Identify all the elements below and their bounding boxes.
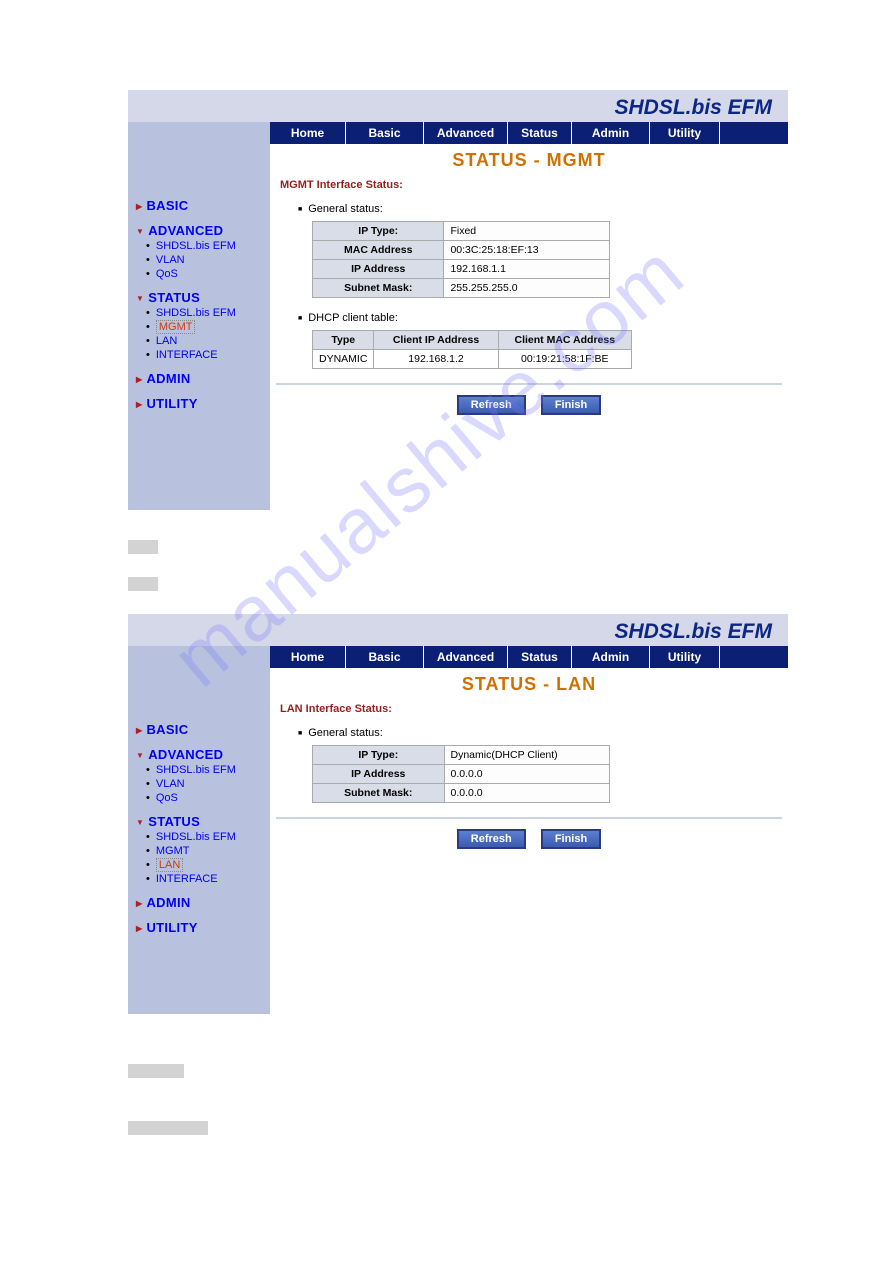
screenshot-lan: SHDSL.bis EFM BASIC ADVANCED SHDSL.bis E… xyxy=(128,614,788,1014)
sidebar-subitem-status-lan[interactable]: LAN xyxy=(146,859,264,871)
dhcp-col-type: Type xyxy=(313,331,374,350)
page-title: STATUS - LAN xyxy=(276,674,782,695)
tab-home[interactable]: Home xyxy=(270,122,346,144)
divider xyxy=(276,817,782,819)
tab-admin[interactable]: Admin xyxy=(572,122,650,144)
divider xyxy=(276,383,782,385)
row-mask-value: 255.255.255.0 xyxy=(444,279,610,298)
page-title: STATUS - MGMT xyxy=(276,150,782,171)
finish-button[interactable]: Finish xyxy=(541,829,601,849)
finish-button[interactable]: Finish xyxy=(541,395,601,415)
tab-advanced[interactable]: Advanced xyxy=(424,122,508,144)
tab-home[interactable]: Home xyxy=(270,646,346,668)
sidebar-subitem-status-lan[interactable]: LAN xyxy=(146,335,264,347)
row-ip-label: IP Address xyxy=(313,765,445,784)
sidebar: BASIC ADVANCED SHDSL.bis EFM VLAN QoS ST… xyxy=(128,646,270,1014)
dhcp-col-clientip: Client IP Address xyxy=(374,331,498,350)
sidebar-subitem-status-mgmt[interactable]: MGMT xyxy=(146,321,264,333)
row-mac-value: 00:3C:25:18:EF:13 xyxy=(444,241,610,260)
general-status-label: General status: xyxy=(298,727,782,739)
brand-bar: SHDSL.bis EFM xyxy=(128,90,788,122)
tab-admin[interactable]: Admin xyxy=(572,646,650,668)
tab-status[interactable]: Status xyxy=(508,122,572,144)
row-ip-label: IP Address xyxy=(313,260,444,279)
placeholder-block xyxy=(128,1064,184,1078)
dhcp-row-clientmac: 00:19:21:58:1F:BE xyxy=(498,350,631,369)
sidebar-item-admin[interactable]: ADMIN xyxy=(136,895,264,910)
general-status-table: IP Type:Fixed MAC Address00:3C:25:18:EF:… xyxy=(312,221,610,298)
tab-basic[interactable]: Basic xyxy=(346,122,424,144)
tab-status[interactable]: Status xyxy=(508,646,572,668)
dhcp-row-clientip: 192.168.1.2 xyxy=(374,350,498,369)
dhcp-col-clientmac: Client MAC Address xyxy=(498,331,631,350)
dhcp-row-type: DYNAMIC xyxy=(313,350,374,369)
top-nav: Home Basic Advanced Status Admin Utility xyxy=(270,122,788,144)
placeholder-block xyxy=(128,577,158,591)
sidebar-item-utility[interactable]: UTILITY xyxy=(136,396,264,411)
brand-bar: SHDSL.bis EFM xyxy=(128,614,788,646)
sidebar-item-basic[interactable]: BASIC xyxy=(136,198,264,213)
dhcp-client-table-label: DHCP client table: xyxy=(298,312,782,324)
sidebar-subitem-shdsl-efm[interactable]: SHDSL.bis EFM xyxy=(146,764,264,776)
tab-basic[interactable]: Basic xyxy=(346,646,424,668)
sidebar-subitem-status-interface[interactable]: INTERFACE xyxy=(146,873,264,885)
dhcp-client-table: Type Client IP Address Client MAC Addres… xyxy=(312,330,632,369)
sidebar-subitem-shdsl-efm[interactable]: SHDSL.bis EFM xyxy=(146,240,264,252)
table-row: DYNAMIC 192.168.1.2 00:19:21:58:1F:BE xyxy=(313,350,632,369)
row-mask-label: Subnet Mask: xyxy=(313,279,444,298)
sidebar-subitem-qos[interactable]: QoS xyxy=(146,268,264,280)
sidebar-item-advanced[interactable]: ADVANCED xyxy=(136,747,264,762)
sidebar-subitem-status-mgmt[interactable]: MGMT xyxy=(146,845,264,857)
row-ip-type-label: IP Type: xyxy=(313,746,445,765)
row-mask-value: 0.0.0.0 xyxy=(444,784,610,803)
refresh-button[interactable]: Refresh xyxy=(457,829,526,849)
tab-utility[interactable]: Utility xyxy=(650,646,720,668)
tab-advanced[interactable]: Advanced xyxy=(424,646,508,668)
sidebar: BASIC ADVANCED SHDSL.bis EFM VLAN QoS ST… xyxy=(128,122,270,510)
top-nav: Home Basic Advanced Status Admin Utility xyxy=(270,646,788,668)
sidebar-item-status[interactable]: STATUS xyxy=(136,290,264,305)
row-mac-label: MAC Address xyxy=(313,241,444,260)
placeholder-block xyxy=(128,1121,208,1135)
main-content: Home Basic Advanced Status Admin Utility… xyxy=(270,646,788,1014)
brand-text: SHDSL.bis EFM xyxy=(614,620,772,643)
main-content: Home Basic Advanced Status Admin Utility… xyxy=(270,122,788,510)
row-mask-label: Subnet Mask: xyxy=(313,784,445,803)
sidebar-item-advanced[interactable]: ADVANCED xyxy=(136,223,264,238)
sidebar-item-utility[interactable]: UTILITY xyxy=(136,920,264,935)
sidebar-subitem-status-shdsl[interactable]: SHDSL.bis EFM xyxy=(146,831,264,843)
page-subtitle: MGMT Interface Status: xyxy=(280,179,782,191)
sidebar-subitem-status-interface[interactable]: INTERFACE xyxy=(146,349,264,361)
page-subtitle: LAN Interface Status: xyxy=(280,703,782,715)
brand-text: SHDSL.bis EFM xyxy=(614,96,772,119)
sidebar-item-basic[interactable]: BASIC xyxy=(136,722,264,737)
row-ip-type-value: Dynamic(DHCP Client) xyxy=(444,746,610,765)
sidebar-item-admin[interactable]: ADMIN xyxy=(136,371,264,386)
row-ip-value: 0.0.0.0 xyxy=(444,765,610,784)
tab-utility[interactable]: Utility xyxy=(650,122,720,144)
sidebar-subitem-qos[interactable]: QoS xyxy=(146,792,264,804)
refresh-button[interactable]: Refresh xyxy=(457,395,526,415)
general-status-table: IP Type:Dynamic(DHCP Client) IP Address0… xyxy=(312,745,610,803)
general-status-label: General status: xyxy=(298,203,782,215)
sidebar-subitem-vlan[interactable]: VLAN xyxy=(146,778,264,790)
screenshot-mgmt: SHDSL.bis EFM BASIC ADVANCED SHDSL.bis E… xyxy=(128,90,788,510)
sidebar-subitem-vlan[interactable]: VLAN xyxy=(146,254,264,266)
row-ip-type-value: Fixed xyxy=(444,222,610,241)
placeholder-block xyxy=(128,540,158,554)
sidebar-item-status[interactable]: STATUS xyxy=(136,814,264,829)
sidebar-subitem-status-shdsl[interactable]: SHDSL.bis EFM xyxy=(146,307,264,319)
row-ip-value: 192.168.1.1 xyxy=(444,260,610,279)
row-ip-type-label: IP Type: xyxy=(313,222,444,241)
